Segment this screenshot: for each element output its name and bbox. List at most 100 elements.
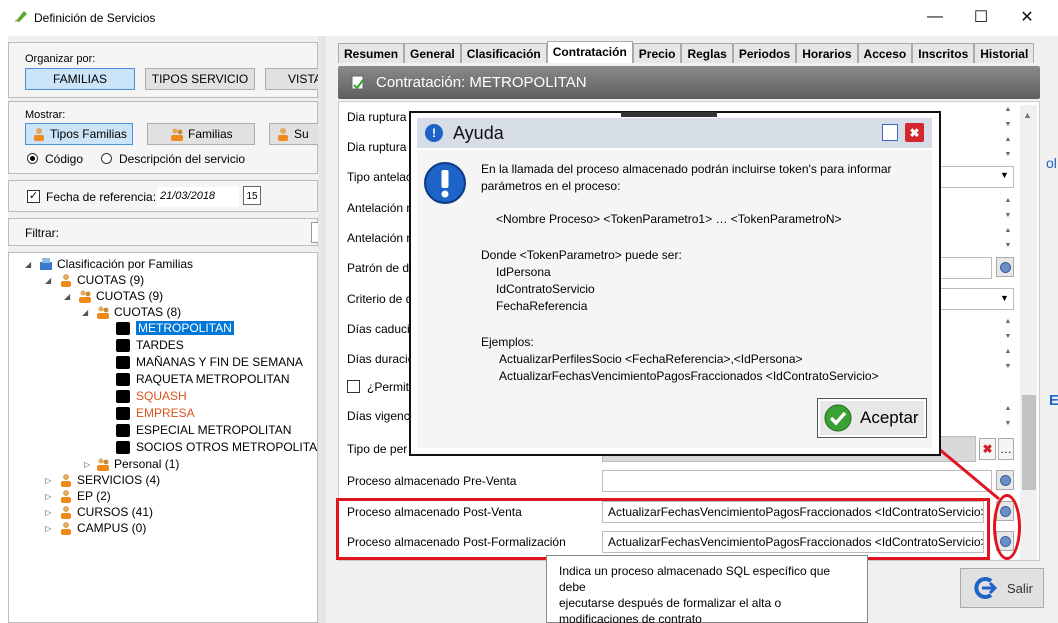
familias-show-button[interactable]: Familias <box>147 123 255 145</box>
tab-acceso[interactable]: Acceso <box>857 43 913 63</box>
spin-control[interactable]: ▲ ▼ <box>1003 318 1013 340</box>
title-bar <box>0 0 1058 34</box>
tree-item-campus[interactable]: CAMPUS (0) <box>59 521 146 535</box>
form-scrollbar[interactable] <box>1020 105 1037 560</box>
radio-codigo[interactable] <box>27 153 38 164</box>
show-group: Mostrar: Tipos Familias Familias Su Códi… <box>8 101 319 174</box>
tree-leaf-metropolitan[interactable]: METROPOLITAN <box>116 321 234 335</box>
scroll-thumb[interactable] <box>1022 395 1036 490</box>
collapse-icon[interactable]: ▷ <box>45 476 51 485</box>
person-icon <box>61 506 71 519</box>
collapse-icon[interactable]: ▷ <box>84 460 90 469</box>
spin-control[interactable]: ▲ ▼ <box>1003 348 1013 370</box>
tree-leaf-label: TARDES <box>136 338 184 352</box>
spin-control[interactable]: ▲ ▼ <box>1003 197 1013 219</box>
form-label: Patrón de d <box>347 261 410 275</box>
tree-item-cuotas-8[interactable]: CUOTAS (8) <box>96 305 181 319</box>
tab-general[interactable]: General <box>404 43 461 63</box>
tab-inscritos[interactable]: Inscritos <box>912 43 975 63</box>
form-label: Criterio de d <box>347 292 413 306</box>
tipos-servicio-button[interactable]: TIPOS SERVICIO <box>145 68 255 90</box>
permite-checkbox[interactable] <box>347 380 360 393</box>
reference-checkbox[interactable]: ✓ <box>27 190 40 203</box>
su-button[interactable]: Su <box>269 123 319 145</box>
tree-item-cursos[interactable]: CURSOS (41) <box>59 505 153 519</box>
calendar-icon[interactable]: 15 <box>243 186 261 205</box>
tree-leaf-mananas[interactable]: MAÑANAS Y FIN DE SEMANA <box>116 355 303 369</box>
radio-descripcion-label: Descripción del servicio <box>119 152 246 166</box>
tree-leaf-socios[interactable]: SOCIOS OTROS METROPOLITAN <box>116 440 326 454</box>
pre-venta-field[interactable] <box>602 470 992 492</box>
form-label: Dia ruptura <box>347 110 407 124</box>
aceptar-label: Aceptar <box>860 408 919 427</box>
dialog-line: ActualizarPerfilesSocio <FechaReferencia… <box>499 352 803 366</box>
spin-control[interactable]: ▲ ▼ <box>1003 227 1013 249</box>
spin-control[interactable]: ▲ ▼ <box>1003 405 1013 427</box>
collapse-icon[interactable]: ▷ <box>45 492 51 501</box>
tree-leaf-squash[interactable]: SQUASH <box>116 389 187 403</box>
reference-label: Fecha de referencia: <box>46 190 157 204</box>
tab-historial[interactable]: Historial <box>974 43 1035 63</box>
vista-button[interactable]: VISTA <box>265 68 319 90</box>
tab-periodos[interactable]: Periodos <box>732 43 797 63</box>
chevron-down-icon[interactable]: ▼ <box>1000 293 1009 303</box>
tree-root[interactable]: Clasificación por Familias <box>39 257 193 271</box>
tree-leaf-especial[interactable]: ESPECIAL METROPOLITAN <box>116 423 291 437</box>
tab-contratacion[interactable]: Contratación <box>546 41 633 63</box>
tree-leaf-label: MAÑANAS Y FIN DE SEMANA <box>136 355 303 369</box>
tree-item-servicios[interactable]: SERVICIOS (4) <box>59 473 160 487</box>
tab-reglas[interactable]: Reglas <box>681 43 733 63</box>
tree-item-cuotas[interactable]: CUOTAS (9) <box>59 273 144 287</box>
collapse-icon[interactable]: ▷ <box>45 524 51 533</box>
expand-icon[interactable]: ◢ <box>82 308 88 317</box>
tree-item-ep[interactable]: EP (2) <box>59 489 111 503</box>
tab-bar: Resumen General Clasificación Contrataci… <box>338 41 1035 63</box>
highlight-box <box>336 498 990 560</box>
expand-icon[interactable]: ◢ <box>45 276 51 285</box>
group-icon <box>79 290 91 303</box>
reference-date-field[interactable]: 21/03/2018 <box>157 187 239 207</box>
tree-leaf-empresa[interactable]: EMPRESA <box>116 406 195 420</box>
tree-item-personal[interactable]: Personal (1) <box>96 457 179 471</box>
form-label: Días caducio <box>347 322 417 336</box>
spin-control[interactable]: ▲ ▼ <box>1003 136 1013 158</box>
tree-leaf-tardes[interactable]: TARDES <box>116 338 184 352</box>
help-button[interactable] <box>996 257 1014 277</box>
dialog-line: FechaReferencia <box>496 299 588 313</box>
close-button[interactable]: ✕ <box>1004 0 1050 34</box>
collapse-icon[interactable]: ▷ <box>45 508 51 517</box>
tree-item-label: CUOTAS (9) <box>77 273 145 287</box>
minimize-button[interactable]: — <box>912 0 958 34</box>
expand-icon[interactable]: ◢ <box>25 260 31 269</box>
familias-button[interactable]: FAMILIAS <box>25 68 135 90</box>
tab-resumen[interactable]: Resumen <box>338 43 405 63</box>
tab-horarios[interactable]: Horarios <box>796 43 858 63</box>
spin-control[interactable]: ▲ ▼ <box>1003 106 1013 128</box>
maximize-button[interactable]: ☐ <box>958 0 1004 34</box>
info-big-icon <box>424 162 466 204</box>
salir-label: Salir <box>1006 580 1033 596</box>
salir-button[interactable]: Salir <box>960 568 1044 608</box>
scroll-up-icon[interactable]: ▲ <box>1023 110 1032 120</box>
tipos-familias-button[interactable]: Tipos Familias <box>25 123 133 145</box>
tab-clasificacion[interactable]: Clasificación <box>460 43 547 63</box>
person-icon <box>61 474 71 487</box>
dialog-title-bar[interactable]: ! Ayuda ✖ <box>417 118 932 148</box>
tree-leaf-raqueta[interactable]: RAQUETA METROPOLITAN <box>116 372 290 386</box>
aceptar-button[interactable]: Aceptar <box>817 398 927 438</box>
dialog-grip[interactable] <box>621 112 717 117</box>
tree-root-label: Clasificación por Familias <box>57 257 194 271</box>
copy-icon[interactable] <box>882 124 898 141</box>
radio-descripcion[interactable] <box>101 153 112 164</box>
patron-field[interactable] <box>940 257 992 279</box>
chevron-down-icon[interactable]: ▼ <box>1000 170 1009 180</box>
tree-item-label: EP (2) <box>77 489 111 503</box>
expand-icon[interactable]: ◢ <box>64 292 70 301</box>
form-label: Antelación m <box>347 231 417 245</box>
service-icon <box>116 440 130 454</box>
dialog-close-icon[interactable]: ✖ <box>905 123 924 142</box>
splitter[interactable] <box>318 36 326 623</box>
tab-precio[interactable]: Precio <box>632 43 682 63</box>
tree-item-cuotas-sub[interactable]: CUOTAS (9) <box>78 289 163 303</box>
tree-leaf-label: METROPOLITAN <box>136 321 234 335</box>
